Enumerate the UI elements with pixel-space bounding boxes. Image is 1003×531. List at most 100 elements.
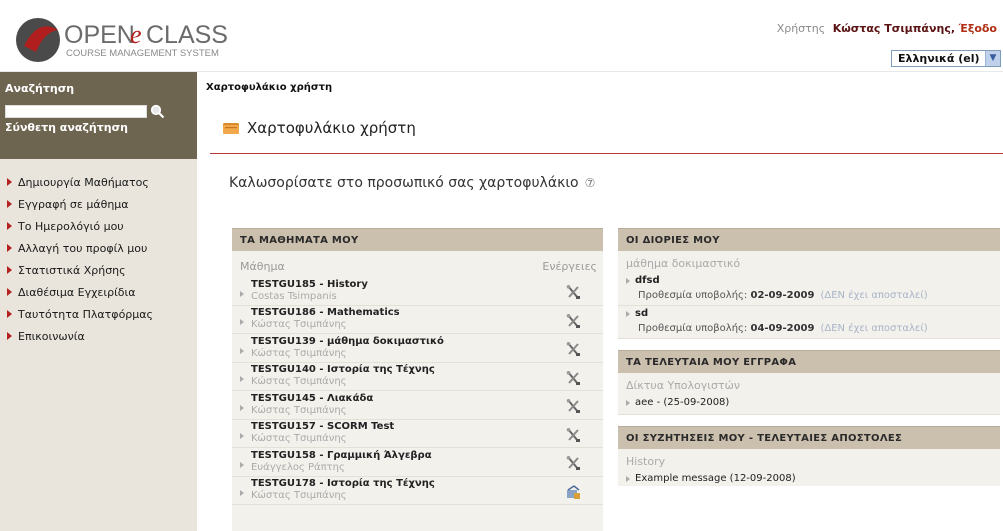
sidebar-item-label: Στατιστικά Χρήσης: [18, 263, 126, 277]
course-professor: Κώστας Τσιμπάνης: [251, 433, 347, 445]
sidebar-item-calendar[interactable]: Το Ημερολόγιό μου: [0, 215, 197, 237]
title-divider: [210, 153, 1003, 154]
course-professor: Κώστας Τσιμπάνης: [251, 404, 347, 416]
sidebar-item-label: Δημιουργία Μαθήματος: [18, 175, 149, 189]
course-row[interactable]: TESTGU185 - History Costas Tsimpanis: [232, 277, 603, 306]
sidebar: Αναζήτηση Σύνθετη αναζήτηση Δημιουργία Μ…: [0, 72, 197, 531]
course-title[interactable]: TESTGU158 - Γραμμική Άλγεβρα: [251, 450, 432, 462]
documents-panel: ΤΑ ΤΕΛΕΥΤΑΙΑ ΜΟΥ ΕΓΓΡΑΦΑ Δίκτυα Υπολογισ…: [618, 350, 1000, 415]
panel-heading: ΤΑ ΜΑΘΗΜΑΤΑ ΜΟΥ: [232, 228, 603, 251]
tools-icon[interactable]: [565, 341, 581, 357]
svg-text:COURSE MANAGEMENT SYSTEM: COURSE MANAGEMENT SYSTEM: [66, 48, 219, 59]
document-item[interactable]: aee - (25-09-2008): [618, 395, 1000, 415]
bullet-arrow-icon: [240, 433, 244, 440]
assignment-title: sd: [635, 308, 649, 319]
forum-post-item[interactable]: Example message (12-09-2008): [618, 471, 1000, 486]
sidebar-item-profile[interactable]: Αλλαγή του προφίλ μου: [0, 237, 197, 259]
bullet-arrow-icon: [7, 222, 12, 230]
sidebar-item-register-course[interactable]: Εγγραφή σε μάθημα: [0, 193, 197, 215]
tools-icon[interactable]: [565, 313, 581, 329]
course-title[interactable]: TESTGU185 - History: [251, 279, 368, 291]
course-title[interactable]: TESTGU186 - Mathematics: [251, 307, 400, 319]
header: OPEN e CLASS COURSE MANAGEMENT SYSTEM Χρ…: [0, 0, 1003, 72]
course-row[interactable]: TESTGU178 - Ιστορία της Τέχνης Κώστας Τσι…: [232, 477, 603, 505]
sidebar-item-label: Διαθέσιμα Εγχειρίδια: [18, 285, 136, 299]
search-title: Αναζήτηση: [5, 82, 75, 95]
welcome-message: Καλωσορίσατε στο προσωπικό σας χαρτοφυλά…: [229, 175, 595, 191]
sidebar-item-create-course[interactable]: Δημιουργία Μαθήματος: [0, 171, 197, 193]
sidebar-item-label: Αλλαγή του προφίλ μου: [18, 241, 148, 255]
course-title[interactable]: TESTGU178 - Ιστορία της Τέχνης: [251, 478, 435, 490]
forum-course[interactable]: History: [618, 449, 1000, 471]
course-row[interactable]: TESTGU139 - μάθημα δοκιμαστικό Κώστας Τσι…: [232, 334, 603, 363]
tools-icon[interactable]: [565, 427, 581, 443]
course-title[interactable]: TESTGU157 - SCORM Test: [251, 421, 394, 433]
logout-link[interactable]: Έξοδο: [959, 22, 997, 35]
user-info: Χρήστης Κώστας Τσιμπάνης, Έξοδο: [777, 22, 997, 35]
user-name: Κώστας Τσιμπάνης,: [832, 22, 956, 35]
svg-text:CLASS: CLASS: [146, 21, 228, 49]
sidebar-item-manuals[interactable]: Διαθέσιμα Εγχειρίδια: [0, 281, 197, 303]
unregister-icon[interactable]: [565, 484, 581, 500]
chevron-down-icon[interactable]: ▼: [985, 51, 1000, 66]
course-list: TESTGU185 - History Costas Tsimpanis TESTG…: [232, 277, 603, 505]
bullet-arrow-icon: [7, 310, 12, 318]
tools-icon[interactable]: [565, 370, 581, 386]
bullet-arrow-icon: [240, 290, 244, 297]
course-professor: Κώστας Τσιμπάνης: [251, 347, 347, 359]
course-row[interactable]: TESTGU145 - Λιακάδα Κώστας Τσιμπάνης: [232, 391, 603, 420]
help-icon[interactable]: ⑦: [585, 176, 596, 190]
assignment-deadline: Προθεσμία υποβολής: 02-09-2009 (ΔΕΝ έχει …: [618, 288, 1000, 306]
assignment-item[interactable]: dfsd: [618, 273, 1000, 288]
sidebar-item-label: Εγγραφή σε μάθημα: [18, 197, 129, 211]
search-icon[interactable]: [150, 104, 165, 119]
document-course[interactable]: Δίκτυα Υπολογιστών: [618, 373, 1000, 395]
course-row[interactable]: TESTGU140 - Ιστορία της Τέχνης Κώστας Τσι…: [232, 363, 603, 391]
sidebar-item-contact[interactable]: Επικοινωνία: [0, 325, 197, 347]
course-row[interactable]: TESTGU186 - Mathematics Κώστας Τσιμπάνης: [232, 306, 603, 334]
bullet-arrow-icon: [240, 490, 244, 497]
folder-icon: [223, 123, 239, 134]
bullet-arrow-icon: [626, 475, 630, 482]
panel-heading: ΟΙ ΣΥΖΗΤΗΣΕΙΣ ΜΟΥ - ΤΕΛΕΥΤΑΙΕΣ ΑΠΟΣΤΟΛΕΣ: [618, 426, 1000, 449]
sidebar-item-platform-info[interactable]: Ταυτότητα Πλατφόρμας: [0, 303, 197, 325]
tools-icon[interactable]: [565, 284, 581, 300]
panel-heading: ΤΑ ΤΕΛΕΥΤΑΙΑ ΜΟΥ ΕΓΓΡΑΦΑ: [618, 350, 1000, 373]
assignment-status: (ΔΕΝ έχει αποσταλεί): [820, 323, 928, 334]
svg-text:OPEN: OPEN: [64, 21, 135, 49]
svg-text:e: e: [130, 20, 142, 49]
sidebar-item-statistics[interactable]: Στατιστικά Χρήσης: [0, 259, 197, 281]
deadline-label: Προθεσμία υποβολής:: [638, 290, 748, 301]
main-content: Χαρτοφυλάκιο χρήστη Χαρτοφυλάκιο χρήστη …: [197, 72, 1003, 531]
course-row[interactable]: TESTGU158 - Γραμμική Άλγεβρα Ευάγγελος Ρά…: [232, 448, 603, 477]
assignment-course[interactable]: μάθημα δοκιμαστικό: [618, 251, 1000, 273]
assignment-item[interactable]: sd: [618, 306, 1000, 321]
openeclass-logo[interactable]: OPEN e CLASS COURSE MANAGEMENT SYSTEM: [14, 16, 244, 66]
course-title[interactable]: TESTGU139 - μάθημα δοκιμαστικό: [251, 336, 444, 348]
advanced-search-link[interactable]: Σύνθετη αναζήτηση: [5, 121, 197, 134]
assignments-panel: ΟΙ ΔΙΟΡΙΕΣ ΜΟΥ μάθημα δοκιμαστικό dfsd Π…: [618, 228, 1000, 339]
bullet-arrow-icon: [240, 319, 244, 326]
course-title[interactable]: TESTGU140 - Ιστορία της Τέχνης: [251, 364, 435, 376]
course-professor: Κώστας Τσιμπάνης: [251, 490, 347, 502]
bullet-arrow-icon: [7, 200, 12, 208]
bullet-arrow-icon: [240, 461, 244, 468]
user-label: Χρήστης: [776, 22, 826, 35]
search-panel: Αναζήτηση Σύνθετη αναζήτηση: [0, 72, 197, 159]
search-input[interactable]: [5, 104, 147, 118]
tools-icon[interactable]: [565, 398, 581, 414]
panel-heading: ΟΙ ΔΙΟΡΙΕΣ ΜΟΥ: [618, 228, 1000, 251]
bullet-arrow-icon: [626, 310, 630, 317]
sidebar-item-label: Το Ημερολόγιό μου: [18, 219, 124, 233]
assignment-status: (ΔΕΝ έχει αποσταλεί): [820, 290, 928, 301]
course-row[interactable]: TESTGU157 - SCORM Test Κώστας Τσιμπάνης: [232, 420, 603, 448]
welcome-text: Καλωσορίσατε στο προσωπικό σας χαρτοφυλά…: [229, 175, 579, 191]
bullet-arrow-icon: [7, 244, 12, 252]
deadline-label: Προθεσμία υποβολής:: [638, 323, 748, 334]
language-select[interactable]: Ελληνικά (el) ▼: [891, 50, 1001, 67]
course-title[interactable]: TESTGU145 - Λιακάδα: [251, 393, 373, 405]
assignment-title: dfsd: [635, 275, 660, 286]
bullet-arrow-icon: [7, 266, 12, 274]
course-professor: Κώστας Τσιμπάνης: [251, 319, 347, 331]
tools-icon[interactable]: [565, 455, 581, 471]
